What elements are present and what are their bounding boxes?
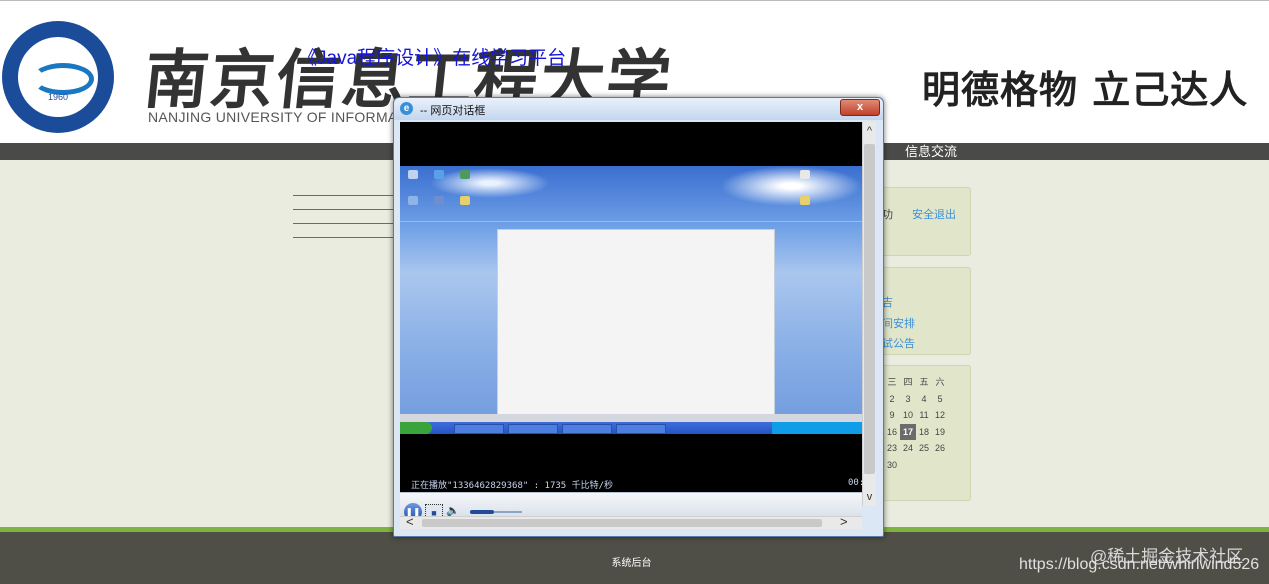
- video-status-strip: [400, 414, 862, 422]
- logout-link[interactable]: 安全退出: [912, 206, 956, 222]
- logo-inner-disc: 1960: [18, 37, 98, 117]
- calendar-day[interactable]: 5: [932, 391, 948, 408]
- vertical-scrollbar[interactable]: ^ v: [862, 122, 876, 506]
- horizontal-scrollbar[interactable]: < >: [400, 514, 862, 529]
- calendar-day[interactable]: 4: [916, 391, 932, 408]
- calendar-day[interactable]: 30: [884, 457, 900, 474]
- horizontal-scroll-thumb[interactable]: [422, 519, 822, 527]
- calendar-day[interactable]: 16: [884, 424, 900, 441]
- calendar-day[interactable]: 3: [900, 391, 916, 408]
- dialog-title: -- 网页对话框: [420, 105, 486, 117]
- content-divider: [293, 223, 393, 224]
- content-divider: [293, 195, 393, 196]
- dialog-close-button[interactable]: x: [840, 99, 880, 116]
- calendar-weekday: 四: [903, 377, 913, 387]
- web-dialog: e -- 网页对话框 x 正在播放"1336462829368": 1735 …: [393, 97, 884, 537]
- logo-year: 1960: [47, 92, 69, 102]
- content-divider: [293, 237, 393, 238]
- calendar: 三 四 五 六 2 3 4 5 9 10 11 12 16 17 18 19 2…: [884, 374, 964, 473]
- video-blank-window: [497, 229, 775, 416]
- calendar-day[interactable]: 23: [884, 440, 900, 457]
- logo-wave-icon: [32, 63, 94, 95]
- desktop-icon: [460, 196, 470, 205]
- desktop-icon: [800, 170, 810, 179]
- calendar-week: 16 17 18 19: [884, 423, 964, 441]
- scroll-up-icon[interactable]: ^: [863, 122, 876, 140]
- desktop-icon: [460, 170, 470, 179]
- calendar-day[interactable]: 11: [916, 407, 932, 424]
- video-task-item: [616, 424, 666, 434]
- calendar-day[interactable]: 18: [916, 424, 932, 441]
- video-horizon: [400, 221, 862, 222]
- video-taskbar: [400, 422, 862, 434]
- desktop-icon: [800, 196, 810, 205]
- calendar-week: 23 24 25 26: [884, 440, 964, 457]
- media-player[interactable]: 正在播放"1336462829368" : 1735 千比特/秒 00:: [400, 122, 864, 492]
- volume-slider-fill: [470, 510, 494, 514]
- player-status-text: 正在播放"1336462829368" : 1735 千比特/秒: [411, 481, 614, 491]
- video-start-button: [400, 422, 432, 434]
- desktop-icon: [434, 196, 444, 205]
- nav-item-exchange[interactable]: 信息交流: [905, 143, 957, 160]
- scroll-left-icon[interactable]: <: [406, 514, 414, 529]
- watermark-url: https://blog.csdn.net/whirlwind526: [1019, 556, 1260, 573]
- scroll-right-icon[interactable]: >: [840, 514, 848, 529]
- calendar-weekday: 五: [919, 377, 929, 387]
- calendar-day[interactable]: 19: [932, 424, 948, 441]
- calendar-day[interactable]: 10: [900, 407, 916, 424]
- announcement-link-3[interactable]: 试公告: [882, 335, 915, 351]
- volume-slider[interactable]: [470, 510, 522, 514]
- calendar-weekday: 三: [887, 377, 897, 387]
- video-task-item: [508, 424, 558, 434]
- calendar-week: 2 3 4 5: [884, 391, 964, 408]
- calendar-day[interactable]: 2: [884, 391, 900, 408]
- university-logo: 1960: [2, 21, 114, 133]
- user-panel: 功 安全退出: [878, 187, 971, 256]
- calendar-week: 30: [884, 457, 964, 474]
- calendar-header: 三 四 五 六: [884, 374, 964, 391]
- calendar-day[interactable]: 25: [916, 440, 932, 457]
- course-title: 《Java程序设计》在线学习平台: [298, 48, 567, 69]
- university-name-english: NANJING UNIVERSITY OF INFORMA: [148, 109, 398, 125]
- university-motto: 明德格物 立己达人: [922, 67, 1249, 112]
- desktop-icon: [434, 170, 444, 179]
- ie-icon: e: [400, 102, 413, 115]
- desktop-icon: [408, 196, 418, 205]
- calendar-day[interactable]: 26: [932, 440, 948, 457]
- calendar-day[interactable]: 24: [900, 440, 916, 457]
- scroll-down-icon[interactable]: v: [863, 488, 876, 506]
- dialog-titlebar[interactable]: e -- 网页对话框 x: [394, 98, 883, 120]
- video-system-tray: [772, 422, 862, 434]
- video-task-item: [562, 424, 612, 434]
- calendar-day[interactable]: 9: [884, 407, 900, 424]
- content-divider: [293, 209, 393, 210]
- calendar-today[interactable]: 17: [900, 423, 916, 440]
- calendar-week: 9 10 11 12: [884, 407, 964, 424]
- calendar-weekday: 六: [935, 377, 945, 387]
- calendar-day[interactable]: 12: [932, 407, 948, 424]
- video-frame: [400, 166, 862, 434]
- vertical-scroll-thumb[interactable]: [864, 144, 875, 474]
- desktop-icon: [408, 170, 418, 179]
- video-cloud: [720, 166, 862, 206]
- video-cloud: [430, 168, 550, 198]
- announcement-panel: 吉 间安排 试公告: [878, 267, 971, 355]
- announcement-link-2[interactable]: 间安排: [882, 315, 915, 331]
- video-task-item: [454, 424, 504, 434]
